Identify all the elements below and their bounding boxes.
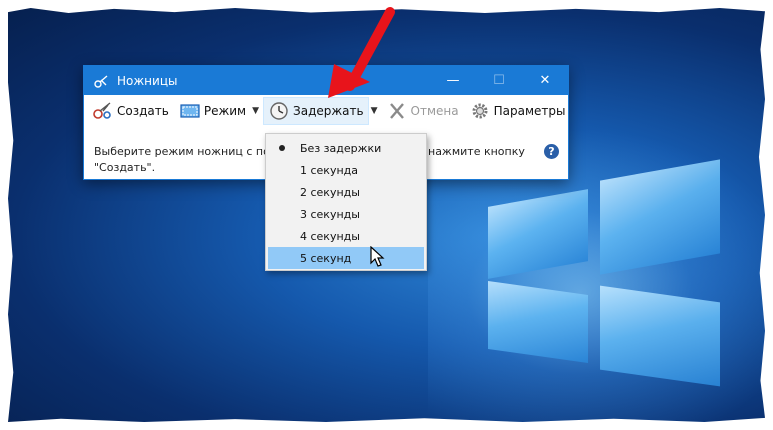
menu-item-4-seconds[interactable]: 4 секунды (268, 225, 424, 247)
menu-item-label: 3 секунды (300, 207, 360, 221)
menu-item-label: 5 секунд (300, 251, 352, 265)
menu-item-3-seconds[interactable]: 3 секунды (268, 203, 424, 225)
create-label: Создать (117, 104, 169, 118)
menu-item-label: Без задержки (300, 141, 382, 155)
menu-item-5-seconds[interactable]: 5 секунд (268, 247, 424, 269)
selected-bullet-icon (279, 145, 285, 151)
mouse-cursor-icon (370, 246, 385, 267)
menu-item-no-delay[interactable]: Без задержки (268, 137, 424, 159)
options-button[interactable]: Параметры (465, 98, 570, 124)
scissors-icon (92, 101, 114, 121)
menu-item-label: 4 секунды (300, 229, 360, 243)
clock-icon (268, 101, 290, 121)
windows-logo-pane (600, 285, 720, 387)
mode-button[interactable]: Режим (175, 98, 250, 124)
menu-item-2-seconds[interactable]: 2 секунды (268, 181, 424, 203)
menu-item-label: 1 секунда (300, 163, 359, 177)
gear-icon (469, 101, 491, 121)
help-icon[interactable]: ? (544, 144, 559, 159)
options-label: Параметры (493, 104, 566, 118)
red-annotation-arrow-icon (328, 7, 395, 98)
menu-item-label: 2 секунды (300, 185, 360, 199)
rectangle-snip-icon (179, 101, 201, 121)
windows-logo-pane (488, 280, 588, 364)
minimize-button[interactable]: — (430, 66, 476, 95)
mode-dropdown-arrow[interactable]: ▼ (252, 101, 259, 121)
close-button[interactable]: ✕ (522, 66, 568, 95)
scissors-icon (93, 73, 109, 89)
menu-item-1-second[interactable]: 1 секунда (268, 159, 424, 181)
instruction-text-end: нажмите кнопку (428, 145, 525, 158)
mode-label: Режим (203, 104, 247, 118)
maximize-button[interactable]: ☐ (476, 66, 522, 95)
delay-dropdown-menu: Без задержки 1 секунда 2 секунды 3 секун… (265, 133, 427, 271)
create-button[interactable]: Создать (88, 98, 173, 124)
